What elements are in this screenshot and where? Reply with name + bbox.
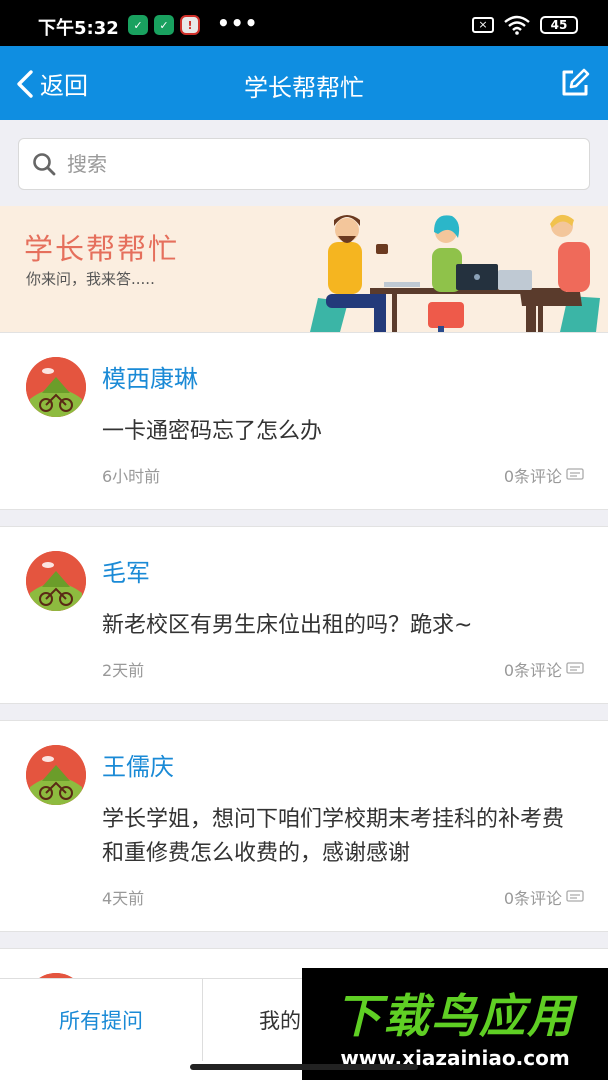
no-sim-icon: ×: [472, 17, 494, 33]
wifi-icon: [504, 15, 530, 35]
news-app-icon: !: [180, 15, 200, 35]
search-icon: [33, 153, 56, 176]
banner-illustration: [310, 214, 600, 332]
post-item[interactable]: 王儒庆 学长学姐，想问下咱们学校期末考挂科的补考费和重修费怎么收费的，感谢感谢 …: [0, 720, 608, 932]
comment-count-label: 0条评论: [503, 467, 562, 486]
post-author[interactable]: 王儒庆: [102, 747, 174, 782]
comment-count[interactable]: 0条评论: [504, 657, 584, 681]
page-title: 学长帮帮忙: [244, 74, 364, 102]
banner-title: 学长帮帮忙: [24, 232, 180, 266]
avatar-image: [26, 357, 86, 417]
post-item[interactable]: 模西康琳 一卡通密码忘了怎么办 6小时前 0条评论: [0, 332, 608, 510]
post-content: 学长学姐，想问下咱们学校期末考挂科的补考费和重修费怎么收费的，感谢感谢: [102, 807, 565, 866]
status-time: 下午5:32: [38, 18, 119, 39]
post-time: 4天前: [102, 889, 145, 908]
comment-icon: [566, 468, 584, 480]
shield-app-icon: ✓: [128, 15, 148, 35]
avatar-image: [26, 551, 86, 611]
watermark-brand: 下载鸟应用: [335, 989, 575, 1043]
tab-all-questions[interactable]: 所有提问: [0, 979, 202, 1061]
shield-app-icon-2: ✓: [154, 15, 174, 35]
comment-icon: [566, 890, 584, 902]
notification-icons: ✓ ✓ !: [128, 15, 200, 35]
comment-count-label: 0条评论: [503, 661, 562, 680]
comment-count[interactable]: 0条评论: [504, 885, 584, 909]
post-content: 一卡通密码忘了怎么办: [102, 419, 323, 444]
more-notifications-icon: •••: [217, 11, 259, 35]
search-bar: [18, 138, 590, 190]
compose-icon[interactable]: [560, 68, 590, 98]
avatar[interactable]: [26, 745, 86, 805]
banner-subtitle: 你来问，我来答.....: [26, 270, 155, 288]
battery-icon: 45: [540, 16, 578, 34]
status-bar: 下午5:32 ✓ ✓ ! ••• × 45: [0, 0, 608, 46]
post-time: 6小时前: [102, 467, 161, 486]
home-indicator[interactable]: [190, 1064, 418, 1070]
post-time: 2天前: [102, 661, 145, 680]
post-author[interactable]: 模西康琳: [102, 359, 198, 394]
comment-count[interactable]: 0条评论: [504, 463, 584, 487]
avatar[interactable]: [26, 357, 86, 417]
avatar[interactable]: [26, 551, 86, 611]
comment-count-label: 0条评论: [503, 889, 562, 908]
post-author[interactable]: 毛军: [102, 553, 150, 588]
post-item[interactable]: 毛军 新老校区有男生床位出租的吗？跪求~ 2天前 0条评论: [0, 526, 608, 704]
avatar-image: [26, 745, 86, 805]
nav-bar: 返回 学长帮帮忙: [0, 46, 608, 120]
banner[interactable]: 学长帮帮忙 你来问，我来答.....: [0, 206, 608, 332]
comment-icon: [566, 662, 584, 674]
post-content: 新老校区有男生床位出租的吗？跪求~: [102, 613, 473, 638]
search-input[interactable]: [67, 152, 547, 176]
